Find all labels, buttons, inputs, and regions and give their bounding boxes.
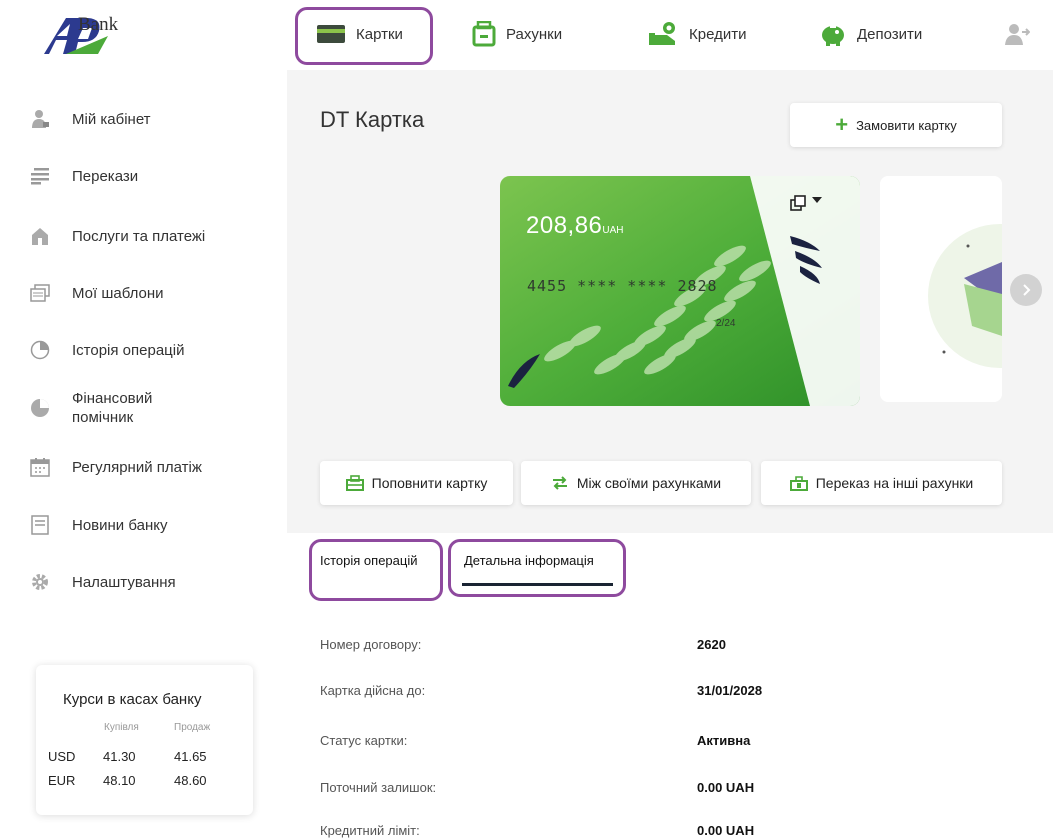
topup-card-button[interactable]: Поповнити картку xyxy=(320,461,513,505)
sidebar-item-label: Налаштування xyxy=(72,573,176,591)
sidebar-item-label: Фінансовий помічник xyxy=(72,390,153,426)
detail-value: 31/01/2028 xyxy=(697,683,763,698)
next-card-preview[interactable] xyxy=(880,176,1002,402)
pie-chart-icon xyxy=(30,398,50,418)
send-icon xyxy=(789,476,808,491)
highlight-frame xyxy=(448,539,626,597)
detail-value: 0.00 UAH xyxy=(697,823,755,838)
nav-accounts[interactable]: Рахунки xyxy=(472,20,562,48)
detail-value: 2620 xyxy=(697,637,726,652)
card-balance: 208,86UAH xyxy=(526,212,624,239)
news-icon xyxy=(30,515,50,535)
sidebar-item-services[interactable]: Послуги та платежі xyxy=(30,226,205,246)
detail-value: Активна xyxy=(697,733,751,748)
detail-label: Номер договору: xyxy=(320,637,422,652)
history-icon xyxy=(30,340,50,360)
exchange-icon xyxy=(552,476,567,490)
sidebar-item-fin-assistant[interactable]: Фінансовий помічник xyxy=(30,389,192,427)
sidebar-item-label: Новини банку xyxy=(72,516,168,534)
card-number: 4455 **** **** 2828 xyxy=(527,277,718,295)
topup-card-label: Поповнити картку xyxy=(371,475,488,491)
sidebar-item-settings[interactable]: Налаштування xyxy=(30,572,176,592)
rate-currency: USD xyxy=(48,749,76,764)
sidebar-item-news[interactable]: Новини банку xyxy=(30,515,167,535)
app-header: Bank Картки Рахунки Кредити Депозити xyxy=(0,0,1053,70)
sidebar-item-label: Мій кабінет xyxy=(72,110,151,128)
sidebar-item-label: Перекази xyxy=(72,167,139,185)
transfer-other-button[interactable]: Переказ на інші рахунки xyxy=(761,461,1002,505)
user-icon xyxy=(30,109,50,129)
rate-buy: 48.10 xyxy=(103,773,136,788)
sidebar-item-templates[interactable]: Мої шаблони xyxy=(30,283,164,303)
rates-title: Курси в касах банку xyxy=(63,691,202,708)
user-logout-icon[interactable] xyxy=(1004,22,1031,51)
templates-icon xyxy=(30,283,50,303)
page-title: DT Картка xyxy=(320,107,425,132)
nav-credits[interactable]: Кредити xyxy=(647,20,746,48)
detail-label: Картка дійсна до: xyxy=(320,683,426,698)
nav-accounts-label: Рахунки xyxy=(506,25,563,43)
between-accounts-label: Між своїми рахунками xyxy=(576,475,722,491)
card-expiry: 2/24 xyxy=(716,318,736,329)
rate-buy: 41.30 xyxy=(103,749,136,764)
detail-label: Поточний залишок: xyxy=(320,780,437,795)
transfer-icon xyxy=(30,166,50,186)
chevron-right-icon xyxy=(1023,284,1031,296)
wallet-icon xyxy=(472,21,496,47)
rates-sell-header: Продаж xyxy=(174,722,211,733)
order-card-button[interactable]: + Замовити картку xyxy=(790,103,1002,147)
detail-label: Кредитний ліміт: xyxy=(320,823,420,838)
next-card-button[interactable] xyxy=(1010,274,1042,306)
detail-label: Статус картки: xyxy=(320,733,408,748)
sidebar-item-cabinet[interactable]: Мій кабінет xyxy=(30,109,151,129)
nav-deposits-label: Депозити xyxy=(857,25,923,43)
sidebar-item-history[interactable]: Історія операцій xyxy=(30,340,184,360)
next-card-art xyxy=(928,224,1002,368)
gear-icon xyxy=(30,572,50,592)
rates-buy-header: Купівля xyxy=(104,722,139,733)
nav-credits-label: Кредити xyxy=(689,25,747,43)
sidebar-item-label: Регулярний платіж xyxy=(72,458,202,476)
between-accounts-button[interactable]: Між своїми рахунками xyxy=(521,461,751,505)
calendar-icon xyxy=(30,457,50,477)
piggy-bank-icon xyxy=(822,26,844,46)
topup-icon xyxy=(345,475,364,491)
sidebar-item-label: Історія операцій xyxy=(72,341,185,359)
credit-icon xyxy=(649,22,675,45)
detail-value: 0.00 UAH xyxy=(697,780,755,795)
exchange-rates-card: Курси в касах банку Купівля Продаж USD 4… xyxy=(36,665,253,815)
sidebar-item-label: Послуги та платежі xyxy=(72,227,206,245)
rate-sell: 41.65 xyxy=(174,749,207,764)
rate-currency: EUR xyxy=(48,773,76,788)
highlight-frame xyxy=(309,539,443,601)
sidebar-item-label: Мої шаблони xyxy=(72,284,164,302)
plus-icon: + xyxy=(835,112,849,137)
order-card-label: Замовити картку xyxy=(856,117,957,133)
services-icon xyxy=(30,226,50,246)
transfer-other-label: Переказ на інші рахунки xyxy=(815,475,974,491)
card-menu-icon[interactable] xyxy=(790,194,834,217)
nav-deposits[interactable]: Депозити xyxy=(819,20,922,48)
highlight-frame xyxy=(295,7,433,65)
bank-card[interactable]: 208,86UAH 4455 **** **** 2828 2/24 xyxy=(500,176,860,406)
logo-text: Bank xyxy=(78,14,119,35)
sidebar-item-regular-payment[interactable]: Регулярний платіж xyxy=(30,457,202,477)
sidebar-item-transfers[interactable]: Перекази xyxy=(30,166,138,186)
rate-sell: 48.60 xyxy=(174,773,207,788)
